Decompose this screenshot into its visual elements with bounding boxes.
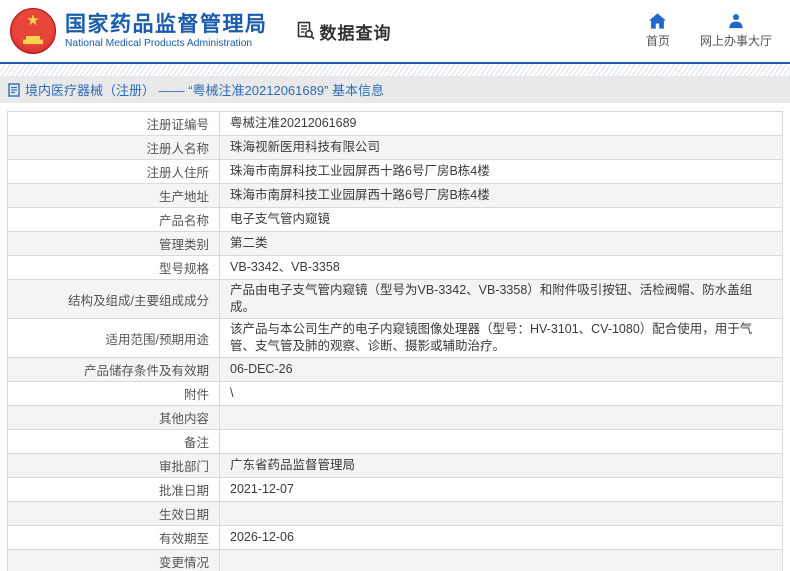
row-label: 附件 (8, 382, 220, 405)
row-label: 生效日期 (8, 502, 220, 525)
row-value: 珠海市南屏科技工业园屏西十路6号厂房B栋4楼 (230, 188, 490, 202)
data-query-label: 数据查询 (319, 23, 392, 43)
row-label-text: 注册人名称 (146, 142, 209, 156)
nav-item-service-hall[interactable]: 网上办事大厅 (700, 13, 772, 49)
row-value (220, 406, 782, 429)
row-value: VB-3342、VB-3358 (230, 260, 340, 274)
table-row: 审批部门 广东省药品监督管理局 (8, 453, 782, 477)
table-row: 备注 (8, 429, 782, 453)
row-label-text: 适用范围/预期用途 (105, 332, 209, 347)
row-label-text: 生效日期 (158, 508, 209, 522)
nav-service-hall-label: 网上办事大厅 (699, 34, 772, 48)
breadcrumb: 境内医疗器械（注册） —— “粤械注准20212061689” 基本信息 (0, 76, 790, 103)
row-label: 批准日期 (8, 478, 220, 501)
row-label: 备注 (8, 430, 220, 453)
data-query-section[interactable]: 数据查询 (296, 19, 392, 44)
table-row: 产品名称 电子支气管内窥镜 (8, 207, 782, 231)
row-label-text: 型号规格 (158, 262, 209, 276)
row-label-text: 其他内容 (158, 412, 209, 426)
row-value: 广东省药品监督管理局 (230, 458, 356, 472)
table-row: 变更情况 (8, 549, 782, 571)
table-row: 生效日期 (8, 501, 782, 525)
table-row: 生产地址 珠海市南屏科技工业园屏西十路6号厂房B栋4楼 (8, 183, 782, 207)
table-row: 注册人名称 珠海视新医用科技有限公司 (8, 135, 782, 159)
org-title-block: 国家药品监督管理局 National Medical Products Admi… (65, 12, 268, 51)
row-label-text: 产品储存条件及有效期 (83, 364, 209, 378)
row-value: 第二类 (230, 236, 268, 250)
table-row: 型号规格 VB-3342、VB-3358 (8, 255, 782, 279)
row-value (220, 502, 782, 525)
table-row: 注册人住所 珠海市南屏科技工业园屏西十路6号厂房B栋4楼 (8, 159, 782, 183)
row-label: 型号规格 (8, 256, 220, 279)
header-nav: 首页 网上办事大厅 (646, 13, 772, 49)
row-label: 注册人住所 (8, 160, 220, 183)
row-label-text: 审批部门 (158, 460, 209, 474)
table-row: 产品储存条件及有效期 06-DEC-26 (8, 357, 782, 381)
row-value: 2026-12-06 (230, 530, 294, 544)
row-label: 产品储存条件及有效期 (8, 358, 220, 381)
row-label-text: 有效期至 (158, 532, 209, 546)
row-label: 管理类别 (8, 232, 220, 255)
row-value (220, 430, 782, 453)
home-icon (649, 13, 667, 29)
row-value: 该产品与本公司生产的电子内窥镜图像处理器（型号：HV-3101、CV-1080）… (230, 322, 753, 353)
org-name-en: National Medical Products Administration (65, 37, 253, 49)
row-label: 注册人名称 (8, 136, 220, 159)
row-label-text: 注册人住所 (146, 166, 209, 180)
hatched-band (0, 64, 790, 76)
row-label: 生产地址 (8, 184, 220, 207)
row-value: 珠海市南屏科技工业园屏西十路6号厂房B栋4楼 (230, 164, 490, 178)
row-value: \ (230, 386, 234, 400)
row-label-text: 结构及组成/主要组成成分 (68, 293, 209, 308)
emblem-star-icon: ★ (26, 12, 40, 29)
document-icon (8, 82, 20, 97)
row-label-text: 注册证编号 (146, 118, 209, 132)
table-row: 结构及组成/主要组成成分 产品由电子支气管内窥镜（型号为VB-3342、VB-33… (8, 279, 782, 318)
row-value: 2021-12-07 (230, 482, 294, 496)
row-label: 审批部门 (8, 454, 220, 477)
row-label: 结构及组成/主要组成成分 (8, 280, 220, 318)
row-label-text: 批准日期 (158, 484, 209, 498)
table-row: 注册证编号 粤械注准20212061689 (8, 112, 782, 135)
row-value: 电子支气管内窥镜 (230, 212, 331, 226)
row-label-text: 管理类别 (158, 238, 209, 252)
info-table: 注册证编号 粤械注准20212061689 注册人名称 珠海视新医用科技有限公司 注册人… (7, 111, 783, 571)
document-search-icon (297, 21, 315, 40)
row-label-text: 产品名称 (158, 214, 209, 228)
row-label: 变更情况 (8, 550, 220, 571)
table-row: 有效期至 2026-12-06 (8, 525, 782, 549)
row-label-text: 生产地址 (158, 190, 209, 204)
table-row: 批准日期 2021-12-07 (8, 477, 782, 501)
row-value: 06-DEC-26 (230, 362, 293, 376)
row-value: 产品由电子支气管内窥镜（型号为VB-3342、VB-3358）和附件吸引按钮、活… (230, 283, 753, 314)
user-icon (729, 14, 743, 29)
row-label-text: 附件 (183, 388, 209, 402)
row-label-text: 备注 (183, 436, 209, 450)
table-row: 其他内容 (8, 405, 782, 429)
table-row: 管理类别 第二类 (8, 231, 782, 255)
table-row: 适用范围/预期用途 该产品与本公司生产的电子内窥镜图像处理器（型号：HV-3101… (8, 318, 782, 357)
site-header: ★ 国家药品监督管理局 National Medical Products Ad… (0, 0, 790, 62)
table-row: 附件 \ (8, 381, 782, 405)
nav-item-home[interactable]: 首页 (646, 13, 670, 49)
emblem-gate-icon (23, 36, 43, 44)
row-value: 珠海视新医用科技有限公司 (230, 140, 381, 154)
row-label-text: 变更情况 (158, 556, 209, 570)
row-label: 有效期至 (8, 526, 220, 549)
row-label: 产品名称 (8, 208, 220, 231)
breadcrumb-text: 境内医疗器械（注册） —— “粤械注准20212061689” 基本信息 (25, 83, 385, 98)
row-value (220, 550, 782, 571)
row-value: 粤械注准20212061689 (230, 116, 357, 130)
nmpa-emblem-logo[interactable]: ★ (10, 8, 56, 54)
row-label: 其他内容 (8, 406, 220, 429)
org-name-zh: 国家药品监督管理局 (65, 12, 268, 36)
row-label: 适用范围/预期用途 (8, 319, 220, 357)
nav-home-label: 首页 (645, 34, 670, 48)
row-label: 注册证编号 (8, 112, 220, 135)
